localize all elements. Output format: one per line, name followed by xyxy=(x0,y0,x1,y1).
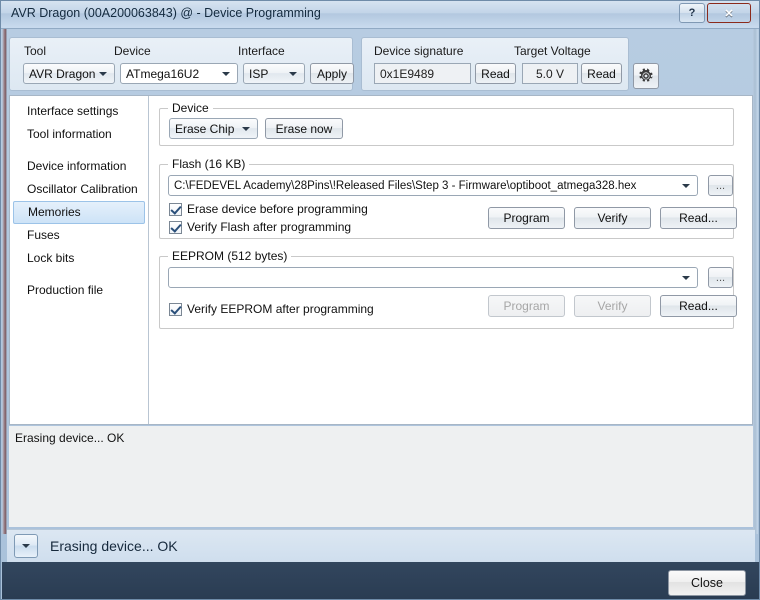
device-group: Device Erase Chip Erase now xyxy=(159,101,734,146)
device-signature-label: Device signature xyxy=(374,44,464,58)
chevron-down-icon xyxy=(242,126,250,131)
device-select-value: ATmega16U2 xyxy=(126,66,200,81)
window-title: AVR Dragon (00A200063843) @ - Device Pro… xyxy=(11,6,321,20)
tool-group: Tool Device Interface AVR Dragon ATmega1… xyxy=(9,37,354,91)
target-voltage-value: 5.0 V xyxy=(522,63,578,84)
device-programming-window: AVR Dragon (00A200063843) @ - Device Pro… xyxy=(0,0,760,600)
interface-label: Interface xyxy=(238,44,285,58)
dialog-footer: Close xyxy=(2,562,759,599)
sidebar-divider xyxy=(10,270,148,279)
log-expander-button[interactable] xyxy=(14,534,38,558)
sidebar-item-fuses[interactable]: Fuses xyxy=(10,224,148,247)
chevron-down-icon xyxy=(682,183,690,188)
interface-select[interactable]: ISP xyxy=(243,63,305,84)
sidebar-navigation: Interface settings Tool information Devi… xyxy=(10,96,149,424)
log-output-area: Erasing device... OK xyxy=(9,426,753,527)
verify-eeprom-after-programming-checkbox[interactable]: Verify EEPROM after programming xyxy=(169,302,374,316)
flash-file-path: C:\FEDEVEL Academy\28Pins\!Released File… xyxy=(174,179,637,192)
window-left-border xyxy=(2,29,7,534)
sidebar-item-lock-bits[interactable]: Lock bits xyxy=(10,247,148,270)
sidebar-item-tool-information[interactable]: Tool information xyxy=(10,123,148,146)
signature-voltage-group: Device signature Target Voltage 0x1E9489… xyxy=(361,37,629,91)
read-signature-button[interactable]: Read xyxy=(475,63,516,84)
flash-program-button[interactable]: Program xyxy=(488,207,565,229)
sidebar-item-production-file[interactable]: Production file xyxy=(10,279,148,302)
interface-select-value: ISP xyxy=(249,66,269,81)
apply-button[interactable]: Apply xyxy=(310,63,354,84)
flash-browse-button[interactable]: ... xyxy=(708,175,733,196)
tool-label: Tool xyxy=(24,44,47,58)
erase-before-programming-checkbox[interactable]: Erase device before programming xyxy=(169,202,368,216)
eeprom-group: EEPROM (512 bytes) ... Verify EEPROM aft… xyxy=(159,249,737,329)
sidebar-item-interface-settings[interactable]: Interface settings xyxy=(10,100,148,123)
device-label: Device xyxy=(114,44,151,58)
checkbox-icon xyxy=(169,302,182,316)
flash-group-legend: Flash (16 KB) xyxy=(168,157,250,171)
eeprom-group-legend: EEPROM (512 bytes) xyxy=(168,249,292,263)
target-voltage-label: Target Voltage xyxy=(514,44,591,58)
toolbar: Tool Device Interface AVR Dragon ATmega1… xyxy=(9,37,753,91)
title-bar: AVR Dragon (00A200063843) @ - Device Pro… xyxy=(1,1,759,29)
close-dialog-button[interactable]: Close xyxy=(668,570,746,596)
chevron-down-icon xyxy=(682,275,690,280)
eeprom-program-button: Program xyxy=(488,295,565,317)
verify-flash-after-programming-checkbox[interactable]: Verify Flash after programming xyxy=(169,220,351,234)
device-select[interactable]: ATmega16U2 xyxy=(120,63,238,84)
erase-now-button[interactable]: Erase now xyxy=(265,118,343,139)
erase-mode-value: Erase Chip xyxy=(175,121,235,136)
window-right-border xyxy=(753,29,758,534)
programming-settings-button[interactable] xyxy=(633,63,659,89)
gear-icon xyxy=(639,68,653,82)
device-signature-value: 0x1E9489 xyxy=(374,63,471,84)
close-window-button[interactable]: ✕ xyxy=(707,3,751,23)
sidebar-item-device-information[interactable]: Device information xyxy=(10,155,148,178)
eeprom-browse-button[interactable]: ... xyxy=(708,267,733,288)
status-bar: Erasing device... OK xyxy=(7,529,755,562)
eeprom-read-button[interactable]: Read... xyxy=(660,295,737,317)
tool-select[interactable]: AVR Dragon xyxy=(23,63,115,84)
flash-verify-button[interactable]: Verify xyxy=(574,207,651,229)
main-panel: Interface settings Tool information Devi… xyxy=(9,95,753,425)
chevron-down-icon xyxy=(222,71,230,76)
memories-page: Device Erase Chip Erase now Flash (16 KB… xyxy=(149,96,752,424)
flash-group: Flash (16 KB) C:\FEDEVEL Academy\28Pins\… xyxy=(159,157,737,239)
read-voltage-button[interactable]: Read xyxy=(581,63,622,84)
verify-flash-after-programming-label: Verify Flash after programming xyxy=(187,220,352,234)
flash-read-button[interactable]: Read... xyxy=(660,207,737,229)
status-message: Erasing device... OK xyxy=(50,538,178,554)
chevron-down-icon xyxy=(99,71,107,76)
chevron-down-icon xyxy=(289,71,297,76)
device-group-legend: Device xyxy=(168,101,213,115)
checkbox-icon xyxy=(169,202,182,216)
sidebar-divider xyxy=(10,146,148,155)
tool-select-value: AVR Dragon xyxy=(29,66,96,81)
erase-mode-select[interactable]: Erase Chip xyxy=(169,118,258,139)
eeprom-file-select[interactable] xyxy=(168,267,698,288)
sidebar-item-oscillator-calibration[interactable]: Oscillator Calibration xyxy=(10,178,148,201)
eeprom-verify-button: Verify xyxy=(574,295,651,317)
sidebar-item-memories[interactable]: Memories xyxy=(13,201,145,224)
checkbox-icon xyxy=(169,220,182,234)
log-line: Erasing device... OK xyxy=(15,431,125,445)
verify-eeprom-after-programming-label: Verify EEPROM after programming xyxy=(187,302,374,316)
flash-file-select[interactable]: C:\FEDEVEL Academy\28Pins\!Released File… xyxy=(168,175,698,196)
erase-before-programming-label: Erase device before programming xyxy=(187,202,368,216)
help-button[interactable]: ? xyxy=(679,3,705,23)
chevron-down-icon xyxy=(22,544,30,548)
